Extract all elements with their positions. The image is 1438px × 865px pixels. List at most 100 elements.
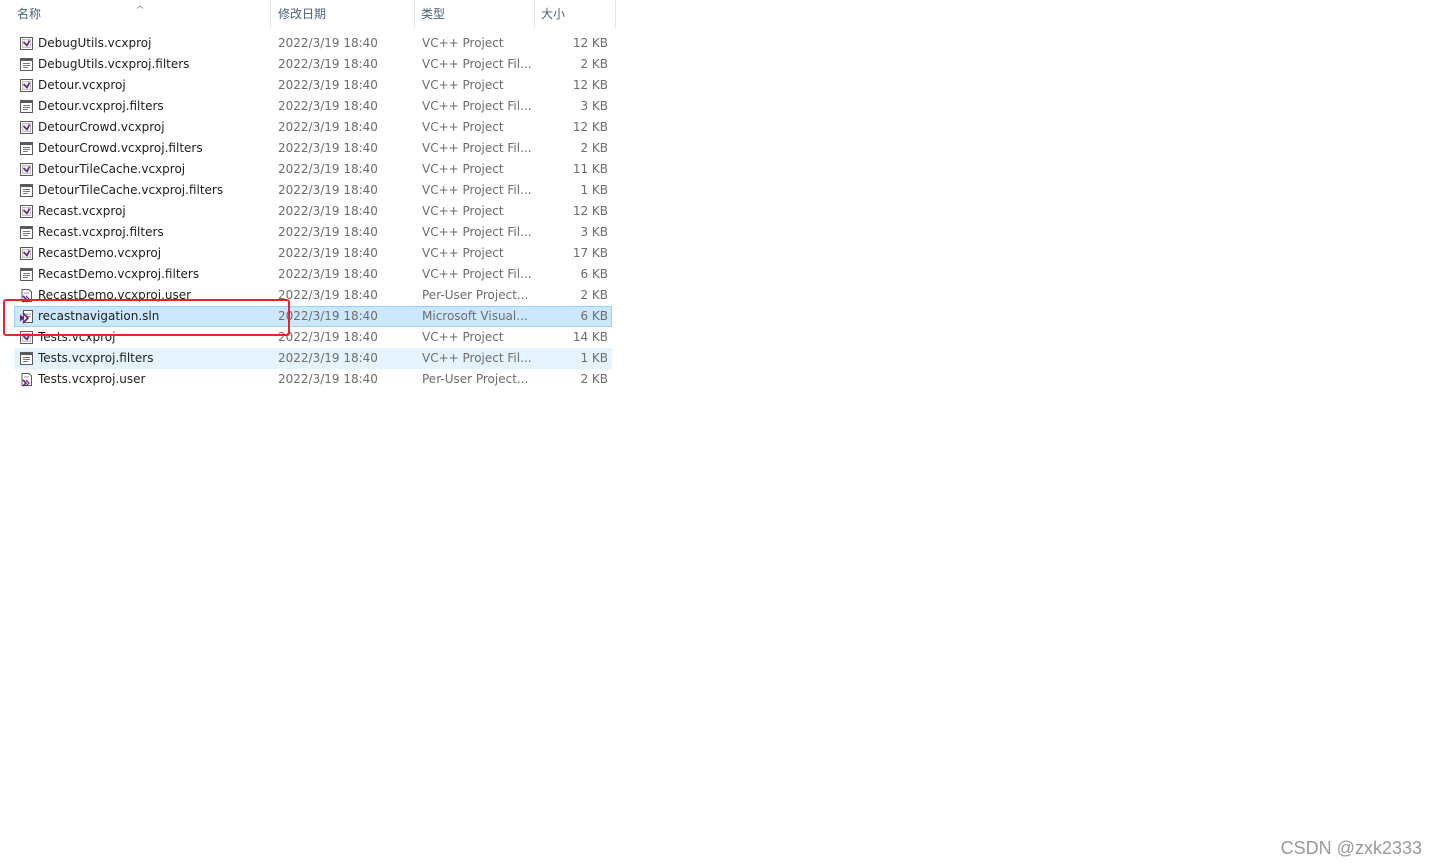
- vcxproj-icon: [19, 330, 34, 345]
- column-header-size-label: 大小: [541, 7, 566, 21]
- file-date-modified: 2022/3/19 18:40: [278, 162, 378, 176]
- file-date-modified: 2022/3/19 18:40: [278, 36, 378, 50]
- file-size: 2 KB: [580, 372, 608, 386]
- file-row[interactable]: DetourCrowd.vcxproj.filters 2022/3/19 18:…: [14, 138, 612, 159]
- file-size: 12 KB: [572, 120, 608, 134]
- filters-file-icon: [19, 99, 34, 114]
- sln-file-icon: [19, 309, 34, 324]
- column-header-date[interactable]: 修改日期: [271, 0, 415, 28]
- file-type: VC++ Project Fil...: [422, 267, 532, 281]
- user-file-icon: [19, 288, 34, 303]
- file-size: 17 KB: [572, 246, 608, 260]
- file-size: 12 KB: [572, 78, 608, 92]
- column-header-bar: 名称 ^ 修改日期 类型 大小: [0, 0, 616, 28]
- file-size: 3 KB: [580, 99, 608, 113]
- file-type: VC++ Project Fil...: [422, 99, 532, 113]
- file-type: VC++ Project: [422, 36, 504, 50]
- sort-ascending-icon: ^: [136, 5, 145, 16]
- file-name: DebugUtils.vcxproj.filters: [38, 57, 190, 71]
- file-name: Recast.vcxproj: [38, 204, 126, 218]
- file-name: DetourCrowd.vcxproj: [38, 120, 165, 134]
- file-date-modified: 2022/3/19 18:40: [278, 330, 378, 344]
- column-header-name-label: 名称: [17, 7, 42, 21]
- vcxproj-icon: [19, 162, 34, 177]
- filters-file-icon: [19, 351, 34, 366]
- file-date-modified: 2022/3/19 18:40: [278, 120, 378, 134]
- filters-file-icon: [19, 57, 34, 72]
- file-size: 2 KB: [580, 57, 608, 71]
- file-type: VC++ Project: [422, 246, 504, 260]
- file-date-modified: 2022/3/19 18:40: [278, 57, 378, 71]
- file-row[interactable]: Detour.vcxproj 2022/3/19 18:40 VC++ Projec…: [14, 75, 612, 96]
- file-size: 2 KB: [580, 141, 608, 155]
- file-row[interactable]: RecastDemo.vcxproj 2022/3/19 18:40 VC++ Pr…: [14, 243, 612, 264]
- file-size: 2 KB: [580, 288, 608, 302]
- filters-file-icon: [19, 183, 34, 198]
- file-date-modified: 2022/3/19 18:40: [278, 288, 378, 302]
- file-name: DetourTileCache.vcxproj.filters: [38, 183, 224, 197]
- file-row[interactable]: RecastDemo.vcxproj.filters 2022/3/19 18:4…: [14, 264, 612, 285]
- column-divider[interactable]: [615, 0, 616, 28]
- file-name: RecastDemo.vcxproj.filters: [38, 267, 200, 281]
- file-date-modified: 2022/3/19 18:40: [278, 99, 378, 113]
- filters-file-icon: [19, 225, 34, 240]
- file-type: VC++ Project Fil...: [422, 183, 532, 197]
- file-size: 6 KB: [580, 267, 608, 281]
- file-size: 14 KB: [572, 330, 608, 344]
- file-type: Microsoft Visual...: [422, 309, 528, 323]
- file-type: Per-User Project...: [422, 288, 529, 302]
- file-date-modified: 2022/3/19 18:40: [278, 141, 378, 155]
- column-header-type-label: 类型: [421, 7, 446, 21]
- watermark: CSDN @zxk2333: [1280, 838, 1422, 858]
- file-date-modified: 2022/3/19 18:40: [278, 225, 378, 239]
- file-row[interactable]: Tests.vcxproj.filters 2022/3/19 18:40 VC++…: [14, 348, 612, 369]
- file-size: 1 KB: [580, 351, 608, 365]
- file-row[interactable]: DetourTileCache.vcxproj.filters 2022/3/19…: [14, 180, 612, 201]
- file-row[interactable]: recastnavigation.sln 2022/3/19 18:40 Micro…: [14, 306, 612, 327]
- file-type: VC++ Project Fil...: [422, 225, 532, 239]
- column-header-size[interactable]: 大小: [535, 0, 616, 28]
- file-size: 11 KB: [572, 162, 608, 176]
- user-file-icon: [19, 372, 34, 387]
- file-row[interactable]: RecastDemo.vcxproj.user 2022/3/19 18:40 Pe…: [14, 285, 612, 306]
- file-date-modified: 2022/3/19 18:40: [278, 204, 378, 218]
- file-row[interactable]: DetourCrowd.vcxproj 2022/3/19 18:40 VC++ P…: [14, 117, 612, 138]
- file-type: VC++ Project Fil...: [422, 141, 532, 155]
- file-row[interactable]: Detour.vcxproj.filters 2022/3/19 18:40 VC+…: [14, 96, 612, 117]
- file-date-modified: 2022/3/19 18:40: [278, 309, 378, 323]
- file-type: VC++ Project: [422, 204, 504, 218]
- file-size: 6 KB: [580, 309, 608, 323]
- file-size: 12 KB: [572, 36, 608, 50]
- vcxproj-icon: [19, 78, 34, 93]
- file-date-modified: 2022/3/19 18:40: [278, 246, 378, 260]
- file-date-modified: 2022/3/19 18:40: [278, 183, 378, 197]
- file-name: Tests.vcxproj.filters: [38, 351, 154, 365]
- file-type: VC++ Project: [422, 120, 504, 134]
- file-type: VC++ Project Fil...: [422, 351, 532, 365]
- file-row[interactable]: DetourTileCache.vcxproj 2022/3/19 18:40 VC…: [14, 159, 612, 180]
- file-type: VC++ Project: [422, 78, 504, 92]
- column-header-name[interactable]: 名称 ^: [0, 0, 271, 28]
- file-row[interactable]: Recast.vcxproj.filters 2022/3/19 18:40 VC+…: [14, 222, 612, 243]
- file-row[interactable]: DebugUtils.vcxproj 2022/3/19 18:40 VC++ Pr…: [14, 33, 612, 54]
- file-name: DetourTileCache.vcxproj: [38, 162, 186, 176]
- file-size: 12 KB: [572, 204, 608, 218]
- file-name: Detour.vcxproj.filters: [38, 99, 164, 113]
- column-header-type[interactable]: 类型: [415, 0, 535, 28]
- file-name: Tests.vcxproj: [38, 330, 116, 344]
- file-type: Per-User Project...: [422, 372, 529, 386]
- file-date-modified: 2022/3/19 18:40: [278, 351, 378, 365]
- column-header-date-label: 修改日期: [278, 7, 327, 21]
- file-row[interactable]: Tests.vcxproj.user 2022/3/19 18:40 Per-Use…: [14, 369, 612, 390]
- file-name: Detour.vcxproj: [38, 78, 126, 92]
- file-name: Tests.vcxproj.user: [38, 372, 146, 386]
- file-row[interactable]: DebugUtils.vcxproj.filters 2022/3/19 18:4…: [14, 54, 612, 75]
- file-type: VC++ Project Fil...: [422, 57, 532, 71]
- file-row[interactable]: Recast.vcxproj 2022/3/19 18:40 VC++ Projec…: [14, 201, 612, 222]
- file-size: 1 KB: [580, 183, 608, 197]
- file-name: DebugUtils.vcxproj: [38, 36, 152, 50]
- file-name: RecastDemo.vcxproj: [38, 246, 162, 260]
- file-date-modified: 2022/3/19 18:40: [278, 372, 378, 386]
- vcxproj-icon: [19, 246, 34, 261]
- file-row[interactable]: Tests.vcxproj 2022/3/19 18:40 VC++ Project…: [14, 327, 612, 348]
